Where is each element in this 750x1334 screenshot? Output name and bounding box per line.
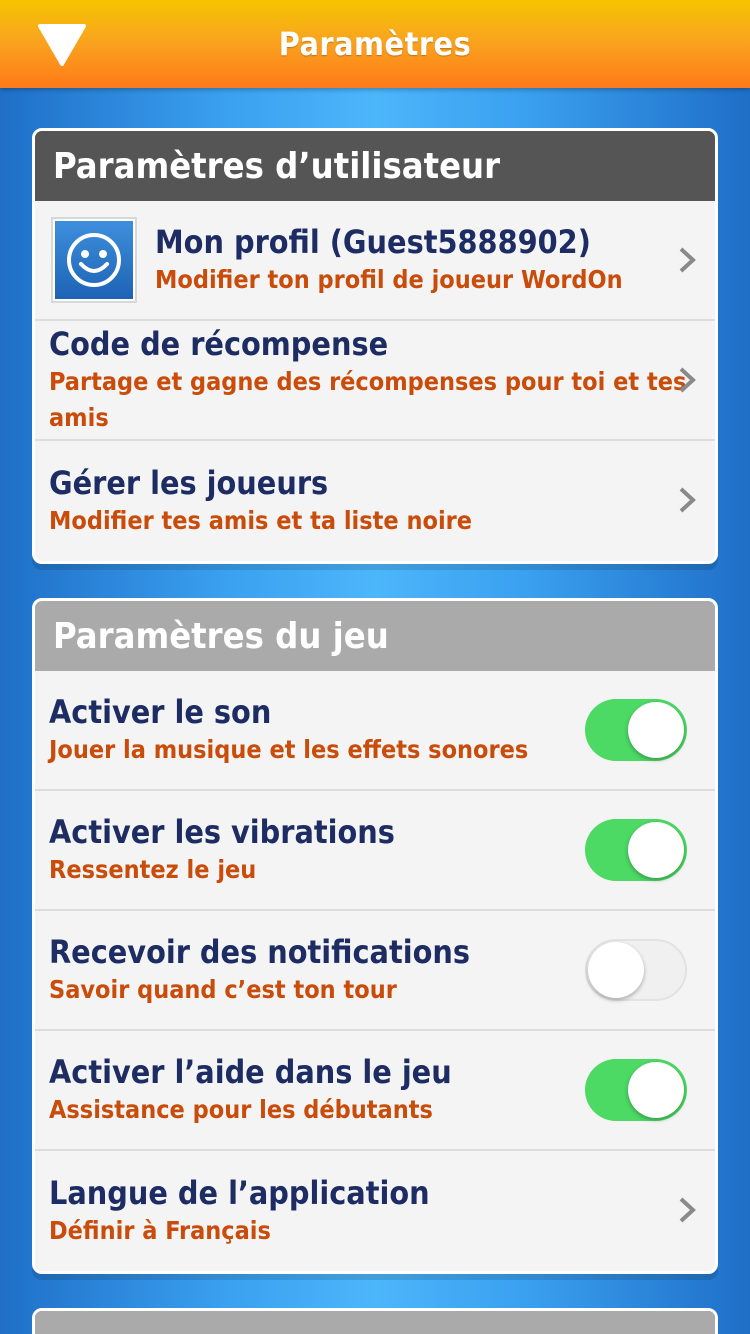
vibration-toggle[interactable] (585, 819, 687, 881)
avatar (51, 217, 137, 303)
sound-sub: Jouer la musique et les effets sonores (49, 735, 529, 764)
help-label: Activer l’aide dans le jeu (49, 1053, 452, 1091)
help-row: Activer l’aide dans le jeu Assistance po… (35, 1031, 715, 1151)
sound-label: Activer le son (49, 693, 272, 731)
back-triangle-icon[interactable] (36, 22, 88, 68)
vibration-sub: Ressentez le jeu (49, 855, 257, 884)
game-settings-header: Paramètres du jeu (35, 601, 715, 671)
third-settings-header (35, 1311, 715, 1334)
toggle-knob (588, 942, 644, 998)
chevron-right-icon (679, 367, 696, 393)
help-toggle[interactable] (585, 1059, 687, 1121)
manage-players-label: Gérer les joueurs (49, 464, 329, 502)
notifications-row: Recevoir des notifications Savoir quand … (35, 911, 715, 1031)
manage-players-sub: Modifier tes amis et ta liste noire (49, 506, 473, 535)
toggle-knob (628, 702, 684, 758)
notifications-toggle[interactable] (585, 939, 687, 1001)
profile-row[interactable]: Mon profil (Guest5888902) Modifier ton p… (35, 201, 715, 321)
sound-row: Activer le son Jouer la musique et les e… (35, 671, 715, 791)
smiley-avatar-icon (67, 233, 121, 287)
language-sub: Définir à Français (49, 1216, 271, 1245)
top-bar: Paramètres (0, 0, 750, 88)
vibration-row: Activer les vibrations Ressentez le jeu (35, 791, 715, 911)
reward-code-sub: Partage et gagne des récompenses pour to… (49, 367, 687, 432)
vibration-label: Activer les vibrations (49, 813, 395, 851)
third-settings-card (32, 1308, 718, 1334)
help-sub: Assistance pour les débutants (49, 1095, 433, 1124)
chevron-right-icon (679, 1197, 696, 1223)
profile-sub: Modifier ton profil de joueur WordOn (155, 265, 623, 294)
toggle-knob (628, 822, 684, 878)
notifications-label: Recevoir des notifications (49, 933, 470, 971)
profile-label: Mon profil (Guest5888902) (155, 223, 591, 261)
language-row[interactable]: Langue de l’application Définir à França… (35, 1151, 715, 1271)
chevron-right-icon (679, 247, 696, 273)
sound-toggle[interactable] (585, 699, 687, 761)
page-title: Paramètres (278, 25, 472, 63)
toggle-knob (628, 1062, 684, 1118)
manage-players-row[interactable]: Gérer les joueurs Modifier tes amis et t… (35, 441, 715, 561)
game-settings-card: Paramètres du jeu Activer le son Jouer l… (32, 598, 718, 1274)
reward-code-row[interactable]: Code de récompense Partage et gagne des … (35, 321, 715, 441)
language-label: Langue de l’application (49, 1174, 430, 1212)
chevron-right-icon (679, 487, 696, 513)
notifications-sub: Savoir quand c’est ton tour (49, 975, 397, 1004)
reward-code-label: Code de récompense (49, 325, 389, 363)
user-settings-header: Paramètres d’utilisateur (35, 131, 715, 201)
user-settings-card: Paramètres d’utilisateur Mon profil (Gue… (32, 128, 718, 564)
